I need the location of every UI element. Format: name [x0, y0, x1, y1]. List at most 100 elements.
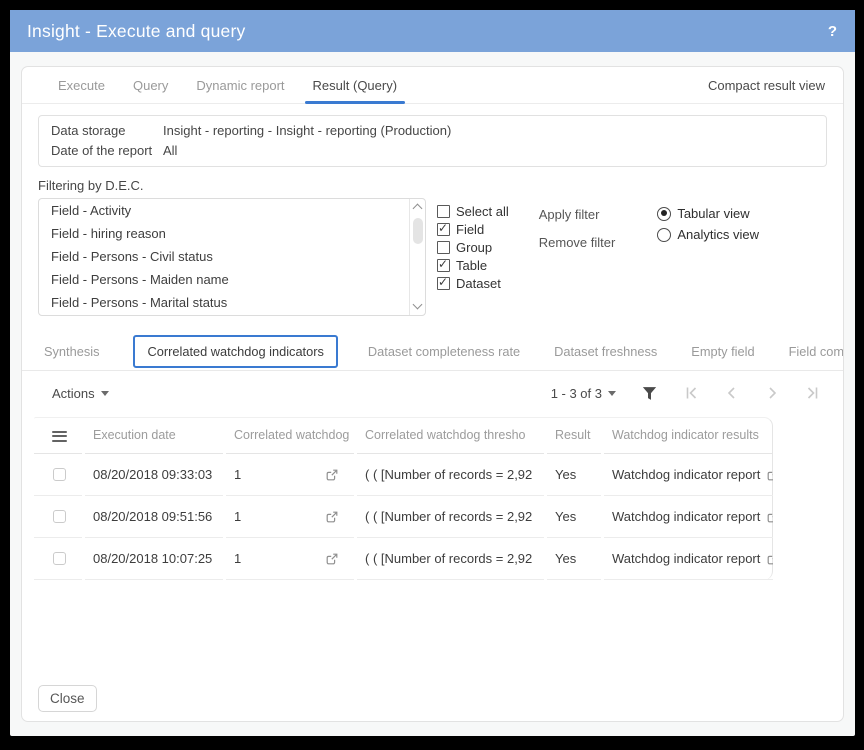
info-row-data-storage: Data storage Insight - reporting - Insig… — [51, 121, 814, 141]
prev-page-icon[interactable] — [725, 386, 739, 400]
radio-icon[interactable] — [657, 228, 671, 242]
execution-date-cell: 08/20/2018 10:07:25 — [85, 538, 223, 580]
dec-filter-option[interactable]: Field - Persons - Civil status — [39, 245, 409, 268]
dec-filter-option[interactable]: Field - Activity — [39, 199, 409, 222]
column-settings-cell — [34, 418, 82, 454]
menu-icon[interactable] — [52, 428, 67, 444]
scroll-down-icon[interactable] — [413, 300, 423, 310]
caret-down-icon — [101, 391, 109, 396]
caret-down-icon — [608, 391, 616, 396]
filter-action-links: Apply filter Remove filter — [539, 198, 616, 250]
page-range-dropdown[interactable]: 1 - 3 of 3 — [551, 386, 616, 401]
report-date-value: All — [163, 141, 177, 161]
scrollbar-thumb[interactable] — [413, 218, 423, 244]
dec-filter-listbox[interactable]: Field - Activity Field - hiring reason F… — [38, 198, 426, 316]
scroll-up-icon[interactable] — [413, 204, 423, 214]
watchdog-report-link[interactable]: Watchdog indicator report — [612, 551, 760, 566]
correlated-watchdog-cell: 1 — [226, 496, 354, 538]
checkbox-label: Field — [456, 222, 484, 237]
report-info-box: Data storage Insight - reporting - Insig… — [38, 115, 827, 167]
filter-funnel-icon[interactable] — [642, 386, 657, 401]
checkbox-table[interactable]: Table — [437, 256, 509, 274]
apply-filter-link[interactable]: Apply filter — [539, 207, 616, 222]
watchdog-report-link[interactable]: Watchdog indicator report — [612, 509, 760, 524]
checkbox-icon[interactable] — [437, 223, 450, 236]
actions-dropdown[interactable]: Actions — [52, 386, 109, 401]
close-button[interactable]: Close — [38, 685, 97, 712]
table-row: 08/20/2018 10:07:25 1 ( ( [Number of rec… — [34, 538, 772, 580]
checkbox-icon[interactable] — [437, 259, 450, 272]
tab-execute[interactable]: Execute — [44, 67, 119, 103]
column-header[interactable]: Correlated watchdog thresho — [357, 418, 544, 454]
radio-analytics-view[interactable]: Analytics view — [657, 224, 759, 245]
dec-filter-option[interactable]: Field - hiring reason — [39, 222, 409, 245]
threshold-cell: ( ( [Number of records = 2,92 — [357, 454, 544, 496]
first-page-icon[interactable] — [685, 386, 699, 400]
threshold-cell: ( ( [Number of records = 2,92 — [357, 538, 544, 580]
external-link-icon[interactable] — [767, 553, 773, 565]
external-link-icon[interactable] — [326, 511, 338, 523]
execution-date-cell: 08/20/2018 09:51:56 — [85, 496, 223, 538]
result-cell: Yes — [547, 454, 601, 496]
tab-query[interactable]: Query — [119, 67, 182, 103]
tab-synthesis[interactable]: Synthesis — [44, 344, 99, 359]
watchdog-count: 1 — [234, 509, 241, 524]
radio-label: Tabular view — [677, 206, 749, 221]
tab-field-compliance[interactable]: Field compliance ap — [789, 344, 843, 359]
tab-result-query[interactable]: Result (Query) — [299, 67, 412, 103]
compact-result-view-link[interactable]: Compact result view — [708, 67, 825, 103]
checkbox-dataset[interactable]: Dataset — [437, 274, 509, 292]
last-page-icon[interactable] — [805, 386, 819, 400]
correlated-watchdog-cell: 1 — [226, 454, 354, 496]
actions-label: Actions — [52, 386, 95, 401]
radio-tabular-view[interactable]: Tabular view — [657, 203, 759, 224]
row-checkbox[interactable] — [53, 468, 66, 481]
tab-dataset-completeness-rate[interactable]: Dataset completeness rate — [368, 344, 520, 359]
external-link-icon[interactable] — [767, 511, 773, 523]
checkbox-select-all[interactable]: Select all — [437, 202, 509, 220]
row-checkbox[interactable] — [53, 510, 66, 523]
report-date-label: Date of the report — [51, 141, 163, 161]
column-header[interactable]: Execution date — [85, 418, 223, 454]
row-checkbox[interactable] — [53, 552, 66, 565]
dialog-title: Insight - Execute and query — [27, 21, 245, 42]
external-link-icon[interactable] — [767, 469, 773, 481]
external-link-icon[interactable] — [326, 469, 338, 481]
correlated-watchdog-cell: 1 — [226, 538, 354, 580]
dec-filter-option[interactable]: Field - Persons - Marital status — [39, 291, 409, 314]
info-row-report-date: Date of the report All — [51, 141, 814, 161]
column-header[interactable]: Watchdog indicator results — [604, 418, 773, 454]
remove-filter-link[interactable]: Remove filter — [539, 235, 616, 250]
checkbox-icon[interactable] — [437, 241, 450, 254]
pager-buttons — [685, 386, 819, 400]
table-header-row: Execution date Correlated watchdog Corre… — [34, 418, 772, 454]
table-toolbar: Actions 1 - 3 of 3 — [22, 371, 843, 415]
watchdog-report-cell: Watchdog indicator report — [604, 538, 773, 580]
help-button[interactable]: ? — [828, 23, 837, 40]
radio-icon[interactable] — [657, 207, 671, 221]
checkbox-label: Table — [456, 258, 487, 273]
checkbox-icon[interactable] — [437, 205, 450, 218]
empty-space — [22, 580, 843, 685]
dec-filter-option[interactable]: Field - Persons - Maiden name — [39, 268, 409, 291]
footer: Close — [22, 685, 843, 721]
tab-dynamic-report[interactable]: Dynamic report — [182, 67, 298, 103]
next-page-icon[interactable] — [765, 386, 779, 400]
tab-empty-field[interactable]: Empty field — [691, 344, 754, 359]
tab-dataset-freshness[interactable]: Dataset freshness — [554, 344, 657, 359]
data-storage-value: Insight - reporting - Insight - reportin… — [163, 121, 451, 141]
checkbox-icon[interactable] — [437, 277, 450, 290]
watchdog-report-link[interactable]: Watchdog indicator report — [612, 467, 760, 482]
primary-tab-bar: Execute Query Dynamic report Result (Que… — [22, 67, 843, 104]
data-storage-label: Data storage — [51, 121, 163, 141]
insight-dialog: Insight - Execute and query ? Execute Qu… — [10, 10, 855, 736]
external-link-icon[interactable] — [326, 553, 338, 565]
checkbox-group[interactable]: Group — [437, 238, 509, 256]
listbox-scrollbar[interactable] — [409, 199, 425, 315]
column-header[interactable]: Result — [547, 418, 601, 454]
execution-date-cell: 08/20/2018 09:33:03 — [85, 454, 223, 496]
table-row: 08/20/2018 09:33:03 1 ( ( [Number of rec… — [34, 454, 772, 496]
checkbox-field[interactable]: Field — [437, 220, 509, 238]
column-header[interactable]: Correlated watchdog — [226, 418, 354, 454]
tab-correlated-watchdog-indicators[interactable]: Correlated watchdog indicators — [133, 335, 337, 368]
